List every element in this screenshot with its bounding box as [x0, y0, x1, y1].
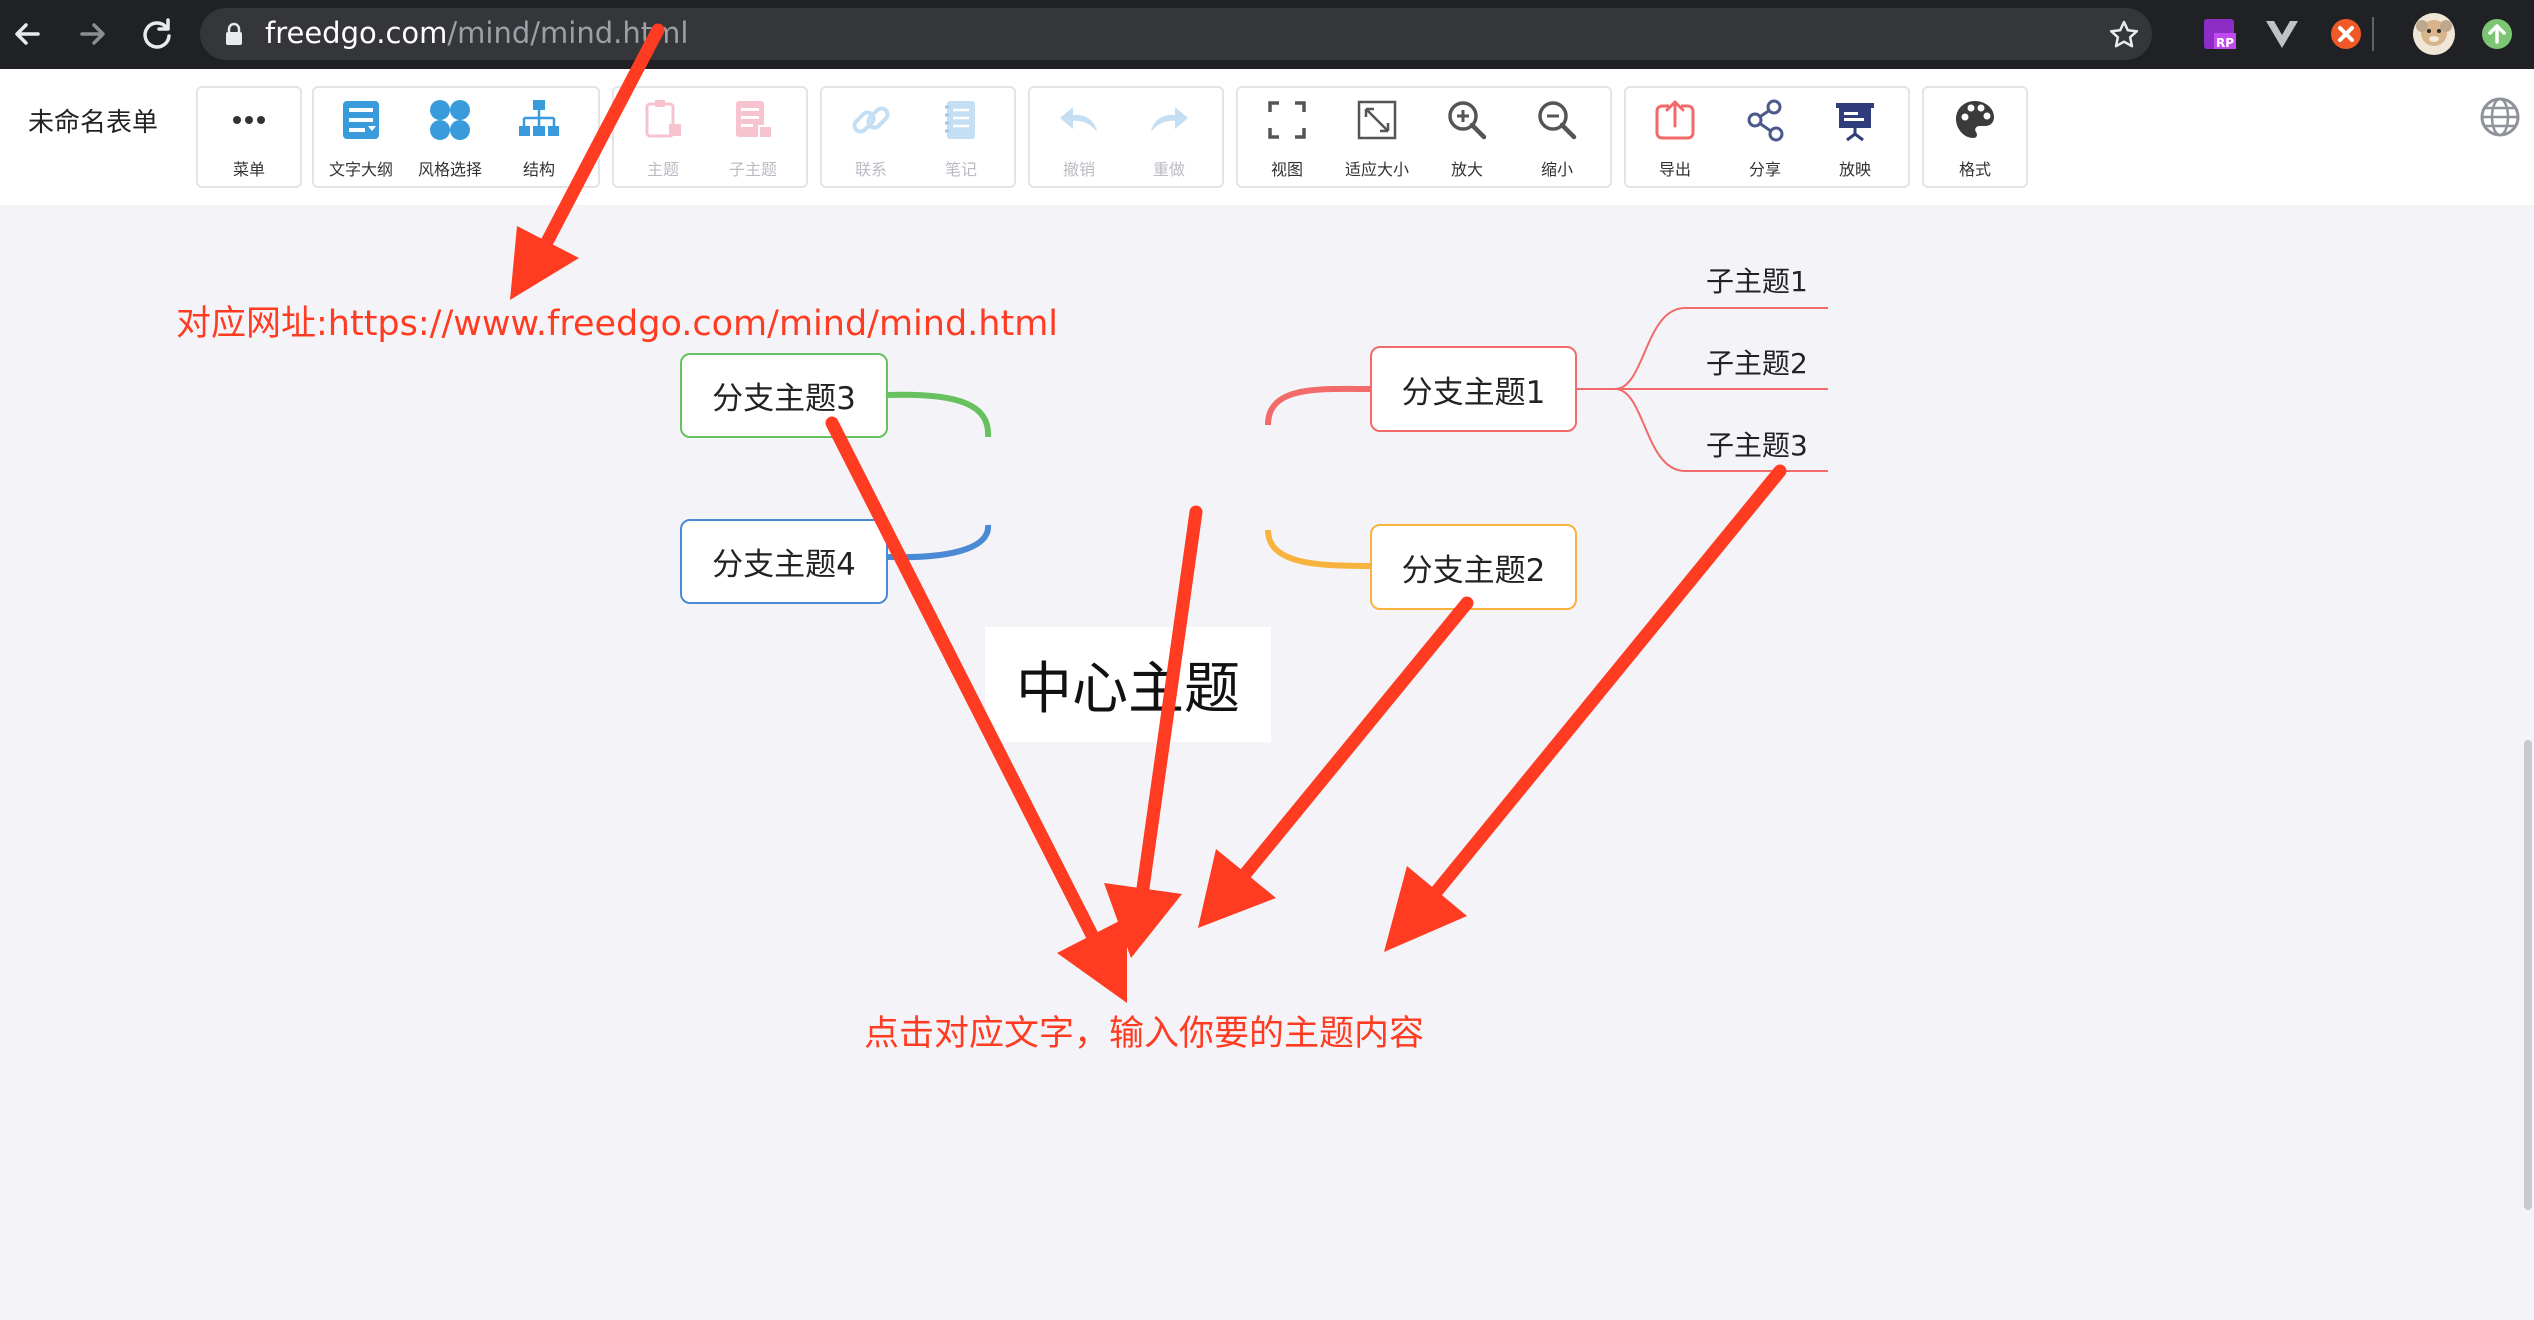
- svg-text:RP: RP: [2216, 36, 2234, 50]
- profile-avatar[interactable]: [2412, 12, 2456, 56]
- view-button[interactable]: 视图: [1243, 88, 1331, 186]
- undo-button[interactable]: 撤销: [1035, 88, 1123, 186]
- toolbar-group-format: 格式: [1922, 86, 2028, 188]
- fit-label: 适应大小: [1344, 160, 1409, 179]
- outline-label: 文字大纲: [328, 160, 393, 179]
- forward-icon[interactable]: [72, 14, 112, 54]
- topic-button[interactable]: 主题: [619, 88, 707, 186]
- mindmap-canvas[interactable]: 中心主题 分支主题3 分支主题4 分支主题1 分支主题2 子主题1 子主题2 子…: [0, 205, 2534, 1320]
- toolbar-group-menu: 菜单: [196, 86, 302, 188]
- menu-label: 菜单: [232, 160, 265, 179]
- link-label: 联系: [854, 160, 887, 179]
- branch-topic-1[interactable]: 分支主题1: [1370, 346, 1577, 432]
- center-topic[interactable]: 中心主题: [985, 627, 1271, 742]
- toolbar-group-topic: 主题 子主题: [612, 86, 808, 188]
- outline-icon: [343, 101, 379, 139]
- update-icon[interactable]: [2478, 15, 2516, 53]
- bookmark-star-icon[interactable]: [2108, 19, 2140, 51]
- style-label: 风格选择: [417, 160, 482, 179]
- zoom-in-label: 放大: [1450, 160, 1483, 179]
- connector-branch4: [887, 524, 992, 561]
- fit-size-icon: [1357, 100, 1397, 140]
- subtopic-1[interactable]: 子主题1: [1706, 260, 1808, 300]
- browser-toolbar: freedgo.com/mind/mind.html RP: [0, 0, 2534, 69]
- back-icon[interactable]: [8, 14, 48, 54]
- subtopic-label: 子主题: [728, 160, 777, 179]
- url-text[interactable]: freedgo.com/mind/mind.html: [265, 16, 688, 50]
- document-title[interactable]: 未命名表单: [28, 102, 158, 139]
- share-label: 分享: [1748, 160, 1781, 179]
- branch-topic-2[interactable]: 分支主题2: [1370, 524, 1577, 610]
- connector-branch2: [1265, 529, 1373, 569]
- subtopic-3[interactable]: 子主题3: [1706, 424, 1808, 464]
- outline-button[interactable]: 文字大纲: [317, 88, 405, 186]
- toolbar-group-insert: 联系 笔记: [820, 86, 1016, 188]
- more-dots-icon: [233, 116, 265, 124]
- subtopic-icon: [736, 101, 773, 139]
- present-button[interactable]: 放映: [1811, 88, 1899, 186]
- url-host: freedgo.com: [265, 16, 448, 50]
- zoom-out-label: 缩小: [1540, 160, 1573, 179]
- style-icon: [430, 100, 470, 140]
- mindmap-connectors: [887, 307, 1828, 569]
- toolbar-divider: [2372, 17, 2374, 51]
- redo-label: 重做: [1152, 160, 1185, 179]
- structure-label: 结构: [522, 160, 555, 179]
- connector-branch3: [887, 391, 992, 438]
- branch-topic-3[interactable]: 分支主题3: [680, 353, 888, 438]
- branch-topic-4[interactable]: 分支主题4: [680, 519, 888, 604]
- url-path: /mind/mind.html: [447, 16, 689, 50]
- present-label: 放映: [1838, 160, 1871, 179]
- zoom-in-button[interactable]: 放大: [1423, 88, 1511, 186]
- address-bar[interactable]: freedgo.com/mind/mind.html: [200, 8, 2152, 60]
- toolbar-group-output: 导出 分享 放映: [1624, 86, 1910, 188]
- view-label: 视图: [1270, 160, 1303, 179]
- redo-button[interactable]: 重做: [1125, 88, 1213, 186]
- menu-button[interactable]: 菜单: [205, 88, 293, 186]
- export-icon: [1655, 100, 1695, 140]
- note-icon: [945, 101, 975, 139]
- zoom-in-icon: [1448, 101, 1487, 140]
- share-button[interactable]: 分享: [1721, 88, 1809, 186]
- redo-icon: [1151, 107, 1188, 132]
- toolbar-group-history: 撤销 重做: [1028, 86, 1224, 188]
- click-annotation: 点击对应文字，输入你要的主题内容: [864, 1014, 1425, 1054]
- subtopic-2[interactable]: 子主题2: [1706, 342, 1808, 382]
- note-button[interactable]: 笔记: [917, 88, 1005, 186]
- format-label: 格式: [1958, 160, 1991, 179]
- lock-icon: [226, 22, 242, 45]
- language-globe-icon[interactable]: [2478, 95, 2522, 139]
- undo-label: 撤销: [1062, 160, 1095, 179]
- link-icon: [852, 106, 890, 134]
- link-button[interactable]: 联系: [827, 88, 915, 186]
- format-button[interactable]: 格式: [1931, 88, 2019, 186]
- toolbar-group-layout: 文字大纲 风格选择 结构: [312, 86, 600, 188]
- subtopic-button[interactable]: 子主题: [709, 88, 797, 186]
- reload-icon[interactable]: [137, 14, 177, 54]
- rp-extension-icon[interactable]: RP: [2200, 15, 2238, 53]
- note-label: 笔记: [944, 160, 977, 179]
- toolbar-group-view: 视图 适应大小 放大 缩小: [1236, 86, 1612, 188]
- undo-icon: [1060, 107, 1097, 132]
- connector-branch1: [1265, 385, 1373, 426]
- export-button[interactable]: 导出: [1631, 88, 1719, 186]
- structure-icon: [519, 100, 559, 136]
- style-button[interactable]: 风格选择: [406, 88, 494, 186]
- vertical-scrollbar[interactable]: [2524, 740, 2532, 1210]
- app-toolbar: 未命名表单 菜单 文字大纲 风格选择 结构 主题 子主题 联系 笔记 撤销 重做…: [0, 69, 2534, 205]
- zoom-out-button[interactable]: 缩小: [1513, 88, 1601, 186]
- url-annotation: 对应网址:https://www.freedgo.com/mind/mind.h…: [176, 304, 1059, 344]
- palette-icon: [1956, 101, 1994, 138]
- export-label: 导出: [1658, 160, 1691, 179]
- fit-button[interactable]: 适应大小: [1333, 88, 1421, 186]
- orange-extension-icon[interactable]: [2327, 15, 2365, 53]
- fullscreen-icon: [1268, 101, 1306, 139]
- share-icon: [1747, 99, 1784, 142]
- zoom-out-icon: [1538, 101, 1577, 140]
- vue-devtools-icon[interactable]: [2263, 15, 2301, 53]
- present-icon: [1836, 103, 1874, 142]
- topic-icon: [645, 100, 681, 138]
- structure-button[interactable]: 结构: [495, 88, 583, 186]
- topic-label: 主题: [646, 160, 679, 179]
